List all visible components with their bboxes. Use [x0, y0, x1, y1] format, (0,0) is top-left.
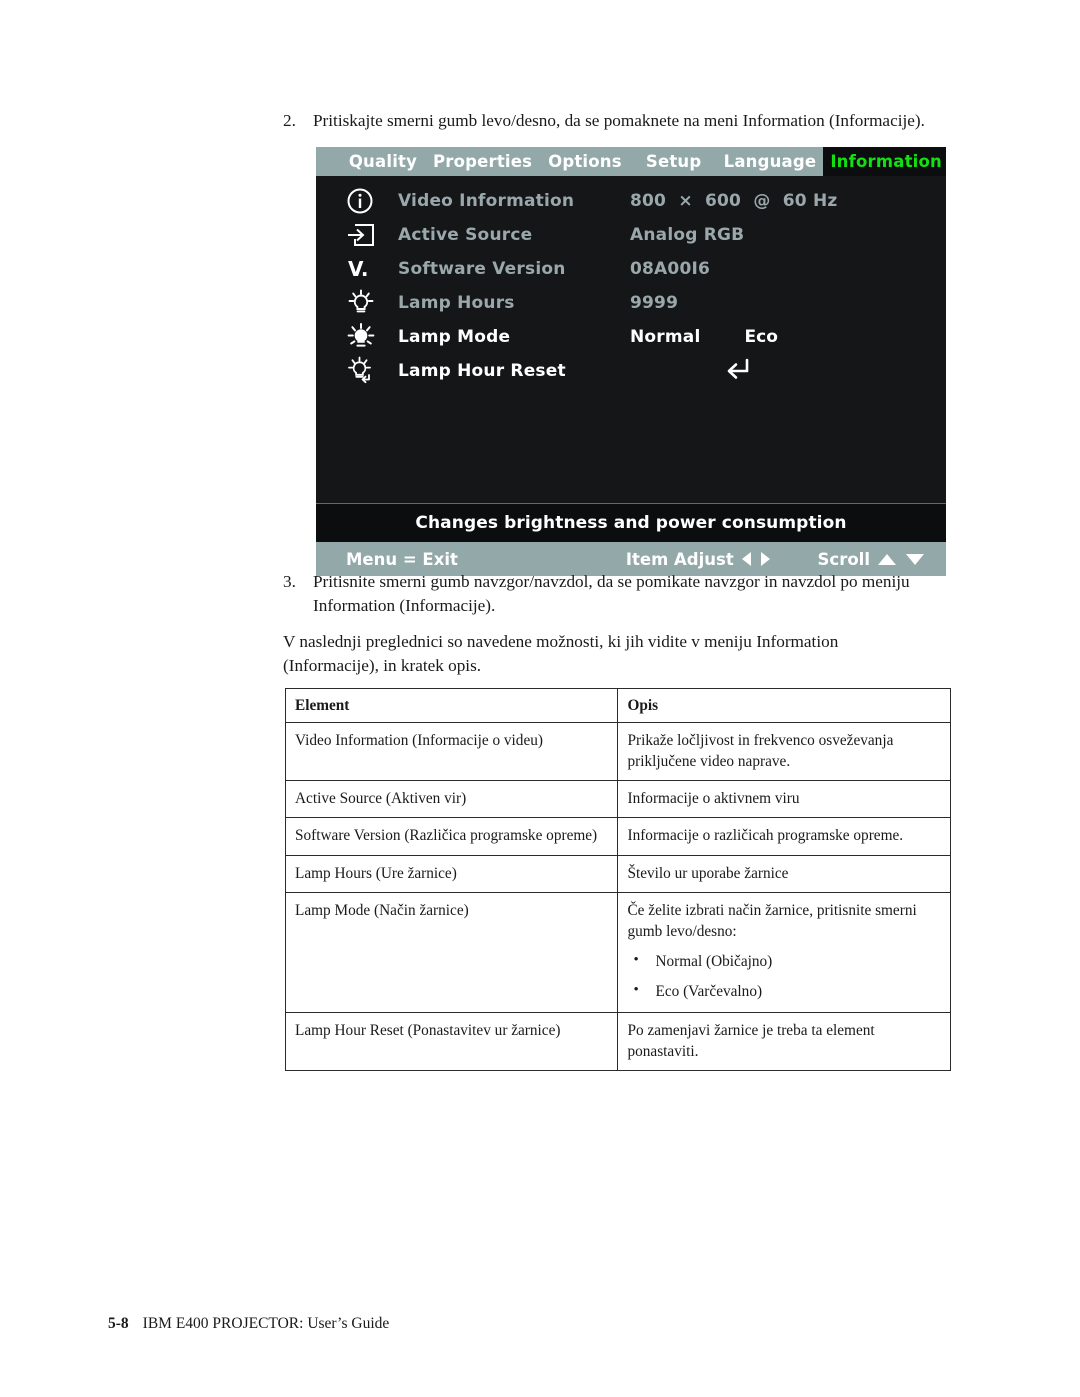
step-3: 3. Pritisnite smerni gumb navzgor/navzdo…	[283, 570, 943, 619]
osd-row-lamp-hour-reset[interactable]: Lamp Hour Reset	[316, 354, 946, 388]
table-cell-description-text: Če želite izbrati način žarnice, pritisn…	[627, 901, 917, 940]
table-row: Active Source (Aktiven vir) Informacije …	[284, 780, 951, 819]
information-options-table: Element Opis Video Information (Informac…	[284, 687, 951, 1072]
table-cell-description: Informacije o aktivnem viru	[617, 780, 951, 819]
arrow-right-icon[interactable]	[760, 552, 770, 566]
table-header-opis: Opis	[617, 687, 951, 724]
osd-body: Video Information 800 × 600 @ 60 Hz Acti…	[316, 176, 946, 503]
table-cell-element: Video Information (Informacije o videu)	[284, 722, 619, 782]
page-footer: 5-8 IBM E400 PROJECTOR: User’s Guide	[108, 1315, 389, 1333]
osd-label-lamp-hour-reset: Lamp Hour Reset	[398, 361, 566, 381]
arrow-down-icon[interactable]	[906, 553, 924, 565]
osd-row-software-version[interactable]: V. Software Version 08A00I6	[316, 252, 946, 286]
osd-tab-quality[interactable]: Quality	[340, 147, 426, 176]
step-2-text: Pritiskajte smerni gumb levo/desno, da s…	[313, 111, 925, 130]
footer-title: IBM E400 PROJECTOR: User’s Guide	[142, 1315, 390, 1332]
input-source-icon	[346, 222, 398, 248]
osd-menu-screenshot: Quality Properties Options Setup Languag…	[316, 147, 947, 576]
osd-status-adjust-label: Item Adjust	[625, 549, 734, 569]
osd-tab-language[interactable]: Language	[717, 147, 824, 176]
osd-tab-properties[interactable]: Properties	[426, 147, 539, 176]
table-header-element: Element	[284, 687, 619, 724]
list-item: Normal (Običajno)	[627, 950, 941, 972]
lamp-reset-icon	[346, 356, 398, 386]
table-cell-element: Lamp Hours (Ure žarnice)	[284, 854, 619, 893]
osd-label-active-source: Active Source	[398, 225, 533, 245]
table-row: Software Version (Različica programske o…	[284, 817, 951, 856]
osd-row-active-source[interactable]: Active Source Analog RGB	[316, 218, 946, 252]
osd-tab-bar: Quality Properties Options Setup Languag…	[316, 147, 947, 176]
table-cell-description: Prikaže ločljivost in frekvenco osveževa…	[617, 722, 951, 782]
document-page: 2. Pritiskajte smerni gumb levo/desno, d…	[0, 0, 1080, 1397]
osd-label-lamp-mode: Lamp Mode	[398, 327, 511, 347]
osd-status-exit: Menu = Exit	[346, 549, 458, 569]
osd-status-scroll-label: Scroll	[817, 549, 870, 569]
intro-paragraph: V naslednji preglednici so navedene možn…	[283, 632, 839, 676]
osd-status-adjust-group: Item Adjust	[626, 550, 770, 569]
osd-hint-bar: Changes brightness and power consumption	[316, 503, 946, 542]
lamp-hours-icon	[346, 289, 398, 317]
table-row: Lamp Hour Reset (Ponastavitev ur žarnice…	[284, 1012, 951, 1072]
osd-row-lamp-hours[interactable]: Lamp Hours 9999	[316, 286, 946, 320]
table-cell-element: Lamp Mode (Način žarnice)	[284, 891, 619, 1014]
table-cell-description: Število ur uporabe žarnice	[617, 854, 951, 893]
arrow-left-icon[interactable]	[741, 552, 751, 566]
table-cell-description: Po zamenjavi žarnice je treba ta element…	[617, 1012, 951, 1072]
osd-tab-setup[interactable]: Setup	[631, 147, 717, 176]
table-row: Lamp Hours (Ure žarnice) Število ur upor…	[284, 854, 951, 893]
osd-value-software-version: 08A00I6	[630, 259, 711, 279]
osd-value-active-source: Analog RGB	[630, 225, 745, 245]
info-circle-icon	[346, 187, 398, 215]
osd-label-software-version: Software Version	[398, 259, 566, 279]
osd-status-scroll-group: Scroll	[818, 550, 924, 569]
osd-label-lamp-hours: Lamp Hours	[398, 293, 515, 313]
osd-row-video-information[interactable]: Video Information 800 × 600 @ 60 Hz	[316, 184, 946, 218]
svg-text:V.: V.	[348, 257, 369, 281]
table-header-row: Element Opis	[284, 687, 951, 724]
lamp-mode-icon	[346, 323, 398, 351]
step-3-number: 3.	[283, 572, 296, 591]
table-row: Video Information (Informacije o videu) …	[284, 722, 951, 782]
footer-page-number: 5-8	[108, 1315, 129, 1332]
table-cell-description: Če želite izbrati način žarnice, pritisn…	[617, 891, 951, 1014]
osd-label-video-information: Video Information	[398, 191, 575, 211]
osd-tab-options[interactable]: Options	[539, 147, 630, 176]
osd-value-video-information: 800 × 600 @ 60 Hz	[630, 191, 838, 211]
list-item: Eco (Varčevalno)	[627, 980, 941, 1002]
table-cell-description: Informacije o različicah programske opre…	[617, 817, 951, 856]
version-icon: V.	[346, 256, 398, 282]
step-3-text: Pritisnite smerni gumb navzgor/navzdol, …	[313, 572, 910, 616]
lamp-mode-options-list: Normal (Običajno) Eco (Varčevalno)	[627, 950, 941, 1002]
table-row: Lamp Mode (Način žarnice) Če želite izbr…	[284, 891, 951, 1014]
table-cell-element: Lamp Hour Reset (Ponastavitev ur žarnice…	[284, 1012, 619, 1072]
table-cell-element: Software Version (Različica programske o…	[284, 817, 619, 856]
enter-arrow-icon[interactable]	[630, 332, 753, 410]
table-cell-element: Active Source (Aktiven vir)	[284, 780, 619, 819]
osd-value-lamp-hours: 9999	[630, 293, 679, 313]
step-2: 2. Pritiskajte smerni gumb levo/desno, d…	[283, 109, 973, 133]
osd-tab-information[interactable]: Information	[823, 147, 947, 176]
arrow-up-icon[interactable]	[878, 553, 896, 565]
step-2-number: 2.	[283, 111, 296, 130]
